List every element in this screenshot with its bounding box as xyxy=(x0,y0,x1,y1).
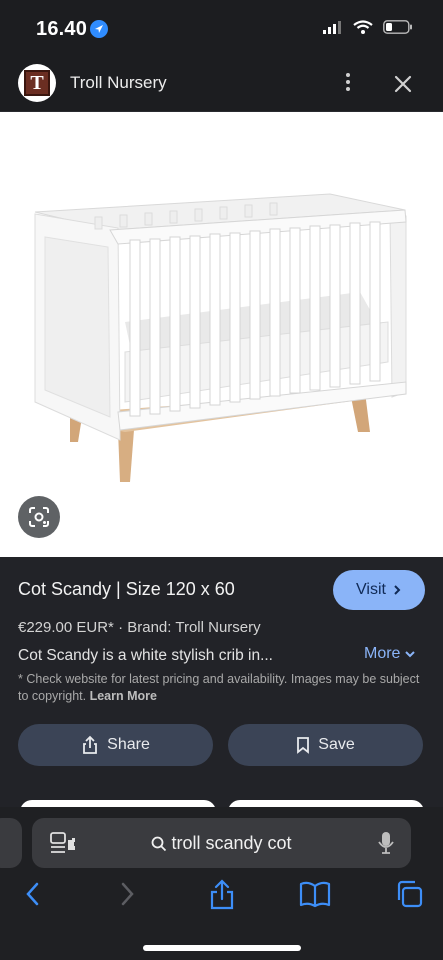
crib-illustration xyxy=(34,193,407,482)
share-icon xyxy=(83,735,98,754)
product-title: Cot Scandy | Size 120 x 60 xyxy=(18,579,235,599)
site-logo[interactable]: T xyxy=(18,64,56,102)
chevron-right-icon xyxy=(394,585,401,595)
meta-separator: · xyxy=(118,619,128,636)
visual-search-lens-icon[interactable] xyxy=(18,496,60,538)
status-indicators xyxy=(323,20,413,34)
share-button[interactable]: Share xyxy=(18,724,213,766)
site-header: T Troll Nursery xyxy=(0,56,443,112)
status-time: 16.40 xyxy=(36,18,88,40)
product-details-panel: Cot Scandy | Size 120 x 60 Visit €229.00… xyxy=(0,557,443,807)
save-button[interactable]: Save xyxy=(228,724,423,766)
product-image[interactable] xyxy=(0,112,443,557)
product-description: Cot Scandy is a white stylish crib in... xyxy=(18,647,273,664)
share-sheet-icon[interactable] xyxy=(208,879,236,916)
more-link[interactable]: More xyxy=(364,645,416,663)
visit-button[interactable]: Visit xyxy=(333,570,425,610)
bookmark-icon xyxy=(297,737,310,754)
search-icon xyxy=(152,836,167,851)
disclaimer: * Check website for latest pricing and a… xyxy=(18,671,428,705)
learn-more-link[interactable]: Learn More xyxy=(90,689,157,703)
url-text: troll scandy cot xyxy=(171,833,292,853)
disclaimer-text: * Check website for latest pricing and a… xyxy=(18,672,420,703)
more-options-icon[interactable] xyxy=(340,70,356,98)
back-icon[interactable] xyxy=(22,879,44,914)
battery-icon xyxy=(383,20,412,34)
address-bar[interactable]: troll scandy cot xyxy=(32,818,411,868)
product-meta: €229.00 EUR* · Brand: Troll Nursery xyxy=(18,619,261,636)
tabs-icon[interactable] xyxy=(394,879,424,914)
cellular-signal-icon xyxy=(323,21,341,34)
product-brand: Brand: Troll Nursery xyxy=(127,619,261,636)
chevron-down-icon xyxy=(405,651,416,658)
location-arrow-icon xyxy=(90,20,108,38)
visit-button-label: Visit xyxy=(356,581,386,598)
home-indicator[interactable] xyxy=(143,945,301,951)
browser-toolbar: troll scandy cot xyxy=(0,807,443,960)
forward-icon[interactable] xyxy=(116,879,138,914)
previous-tab-preview[interactable] xyxy=(0,818,22,868)
save-button-label: Save xyxy=(318,736,355,753)
wifi-icon xyxy=(353,20,373,34)
more-link-label: More xyxy=(364,645,401,662)
close-icon[interactable] xyxy=(390,71,416,97)
share-button-label: Share xyxy=(107,736,150,753)
product-price: €229.00 EUR* xyxy=(18,619,114,636)
site-name[interactable]: Troll Nursery xyxy=(70,73,167,93)
microphone-icon[interactable] xyxy=(377,830,395,861)
site-logo-mark: T xyxy=(24,70,50,96)
url-display: troll scandy cot xyxy=(32,833,411,854)
status-bar: 16.40 xyxy=(0,0,443,56)
bookmarks-icon[interactable] xyxy=(299,879,331,914)
